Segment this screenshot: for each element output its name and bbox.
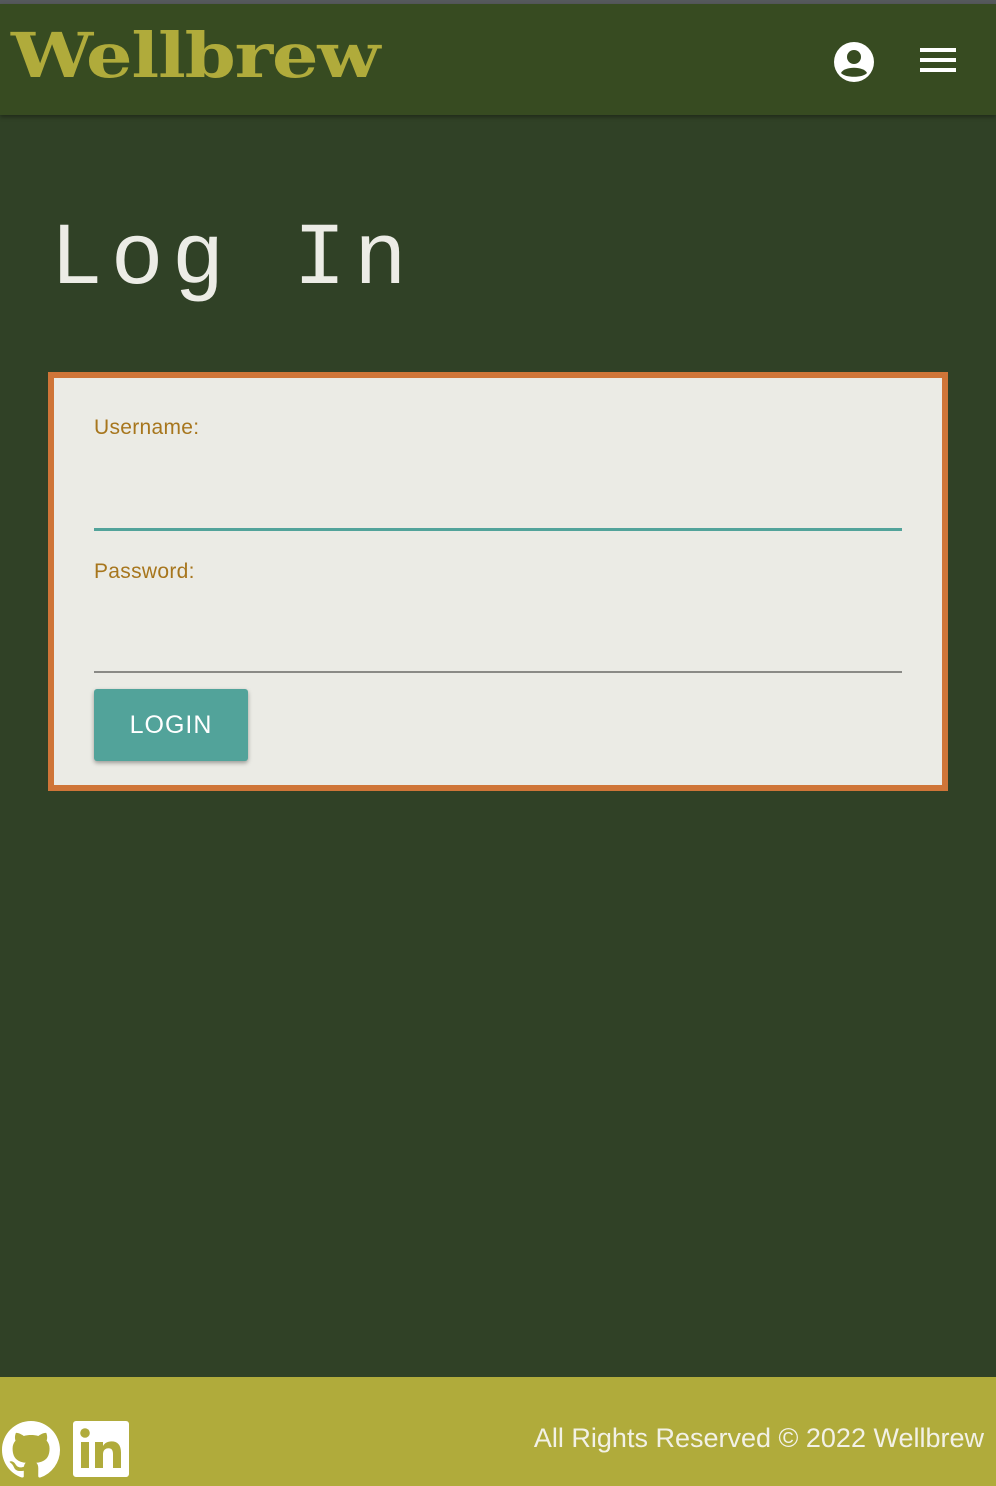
username-underline [94, 528, 902, 531]
github-link[interactable] [2, 1421, 60, 1479]
linkedin-icon [73, 1421, 129, 1477]
app-header: Wellbrew [0, 4, 996, 115]
account-button[interactable] [832, 40, 876, 84]
password-label: Password: [94, 560, 195, 583]
username-label: Username: [94, 416, 200, 439]
page-title: Log In [50, 211, 415, 310]
copyright-text: All Rights Reserved © 2022 Wellbrew [533, 1423, 984, 1453]
account-circle-icon [834, 42, 874, 82]
password-input[interactable] [94, 626, 902, 670]
brand-logo[interactable]: Wellbrew [11, 20, 380, 92]
footer: All Rights Reserved © 2022 Wellbrew [0, 1377, 996, 1486]
login-button[interactable]: LOGIN [94, 689, 248, 761]
username-input[interactable] [94, 483, 902, 527]
menu-button[interactable] [916, 44, 960, 80]
login-form: Username: Password: LOGIN [48, 372, 948, 791]
github-icon [2, 1421, 60, 1478]
linkedin-link[interactable] [72, 1421, 130, 1477]
password-underline [94, 671, 902, 673]
hamburger-menu-icon [920, 48, 956, 72]
